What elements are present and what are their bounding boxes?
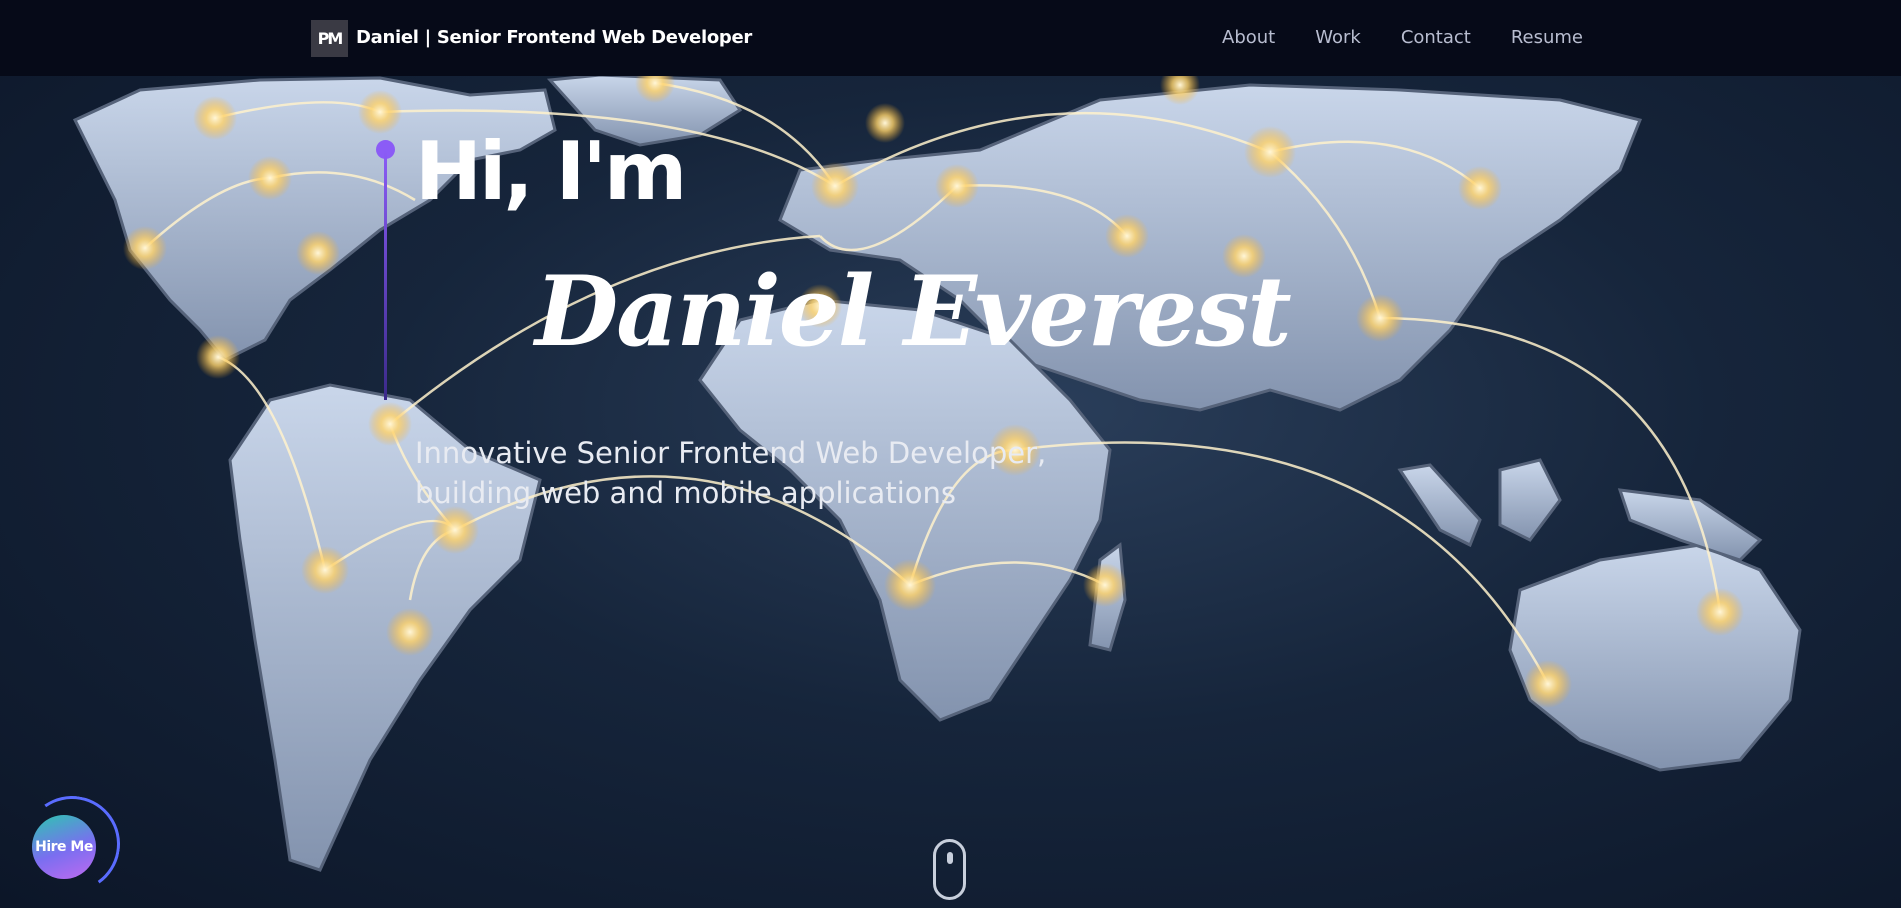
- top-navbar: PM Daniel | Senior Frontend Web Develope…: [0, 0, 1901, 76]
- logo-text: PM: [317, 29, 344, 48]
- hero-name: Daniel Everest: [535, 255, 1292, 368]
- hero-tagline: Innovative Senior Frontend Web Developer…: [415, 436, 1047, 510]
- nav-link-resume[interactable]: Resume: [1511, 27, 1583, 48]
- nav-links: About Work Contact Resume: [1222, 27, 1583, 48]
- scroll-wheel: [947, 852, 953, 864]
- nav-link-work[interactable]: Work: [1315, 27, 1361, 48]
- brand-title[interactable]: Daniel | Senior Frontend Web Developer: [356, 27, 752, 48]
- mouse-scroll-icon[interactable]: [933, 839, 966, 900]
- accent-line: [384, 150, 387, 400]
- nav-link-about[interactable]: About: [1222, 27, 1275, 48]
- logo-icon[interactable]: PM: [311, 20, 348, 57]
- hero-greeting: Hi, I'm: [415, 125, 687, 218]
- nav-link-contact[interactable]: Contact: [1401, 27, 1471, 48]
- hire-me-button[interactable]: Hire Me: [32, 815, 96, 879]
